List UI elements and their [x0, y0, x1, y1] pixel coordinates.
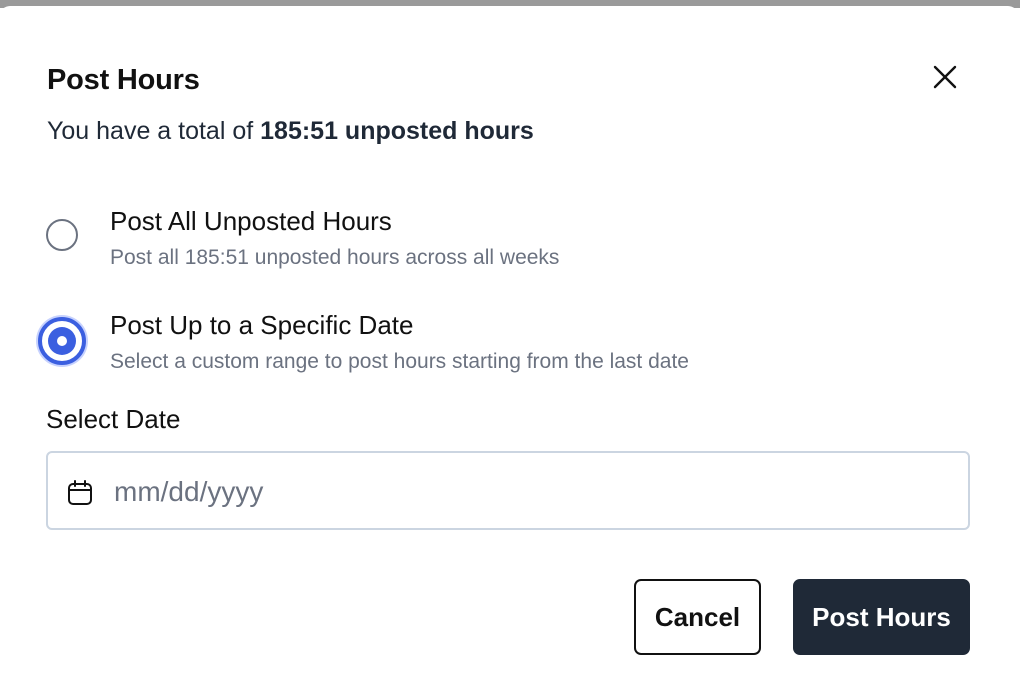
close-button[interactable] [926, 58, 964, 96]
unposted-hours-total: 185:51 unposted hours [260, 117, 534, 145]
subtitle-prefix: You have a total of [47, 117, 261, 145]
dialog-title: Post Hours [47, 64, 200, 96]
option-post-all-description: Post all 185:51 unposted hours across al… [110, 246, 560, 269]
date-input[interactable] [112, 467, 936, 517]
post-hours-button[interactable]: Post Hours [793, 579, 970, 655]
option-post-up-to-date-label: Post Up to a Specific Date [110, 310, 414, 340]
radio-post-all[interactable] [46, 219, 78, 251]
post-hours-dialog: Post Hours You have a total of 185:51 un… [0, 6, 1018, 698]
date-field[interactable] [46, 451, 970, 530]
select-date-label: Select Date [46, 404, 181, 434]
cancel-button[interactable]: Cancel [634, 579, 761, 655]
option-post-up-to-date[interactable]: Post Up to a Specific Date Select a cust… [38, 306, 938, 386]
calendar-icon[interactable] [66, 479, 94, 507]
option-post-all[interactable]: Post All Unposted Hours Post all 185:51 … [38, 202, 938, 282]
close-icon [933, 65, 957, 89]
radio-post-up-to-date[interactable] [38, 317, 86, 365]
option-post-up-to-date-description: Select a custom range to post hours star… [110, 350, 689, 373]
dialog-subtitle: You have a total of 185:51 unposted hour… [47, 117, 534, 146]
option-post-all-label: Post All Unposted Hours [110, 206, 392, 236]
